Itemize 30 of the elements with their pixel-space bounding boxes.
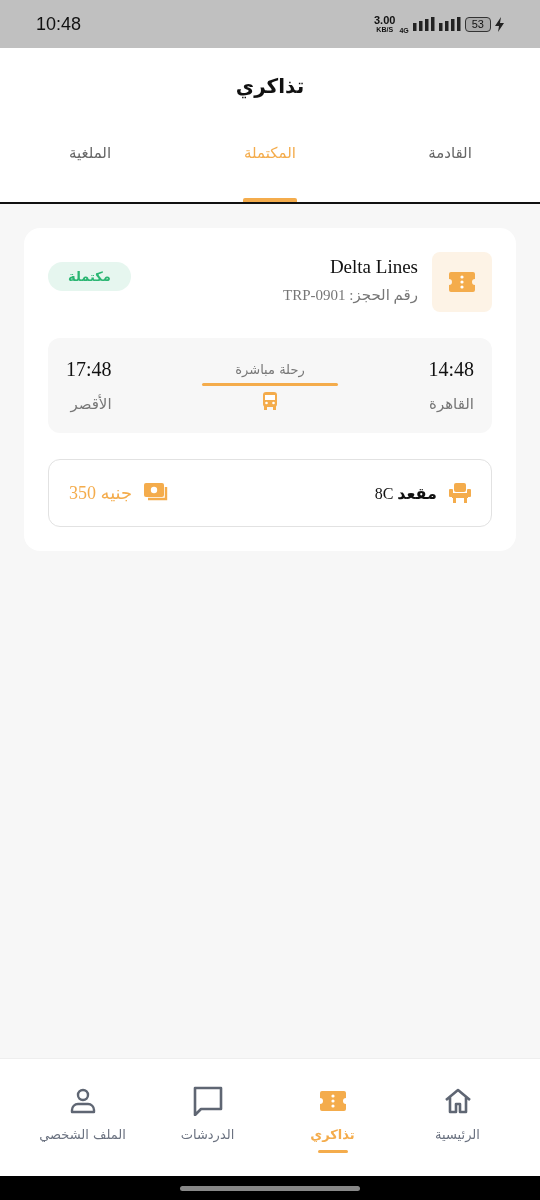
ticket-icon [318, 1090, 347, 1112]
booking-number: رقم الحجز: TRP-0901 [282, 286, 418, 304]
signal-icon [412, 17, 435, 31]
bus-icon [262, 391, 278, 410]
money-icon [144, 483, 169, 503]
seat-icon [449, 483, 471, 503]
network-speed: 3.00 [374, 15, 396, 26]
nav-item[interactable]: الدردشات [145, 1059, 270, 1176]
home-indicator[interactable] [180, 1185, 360, 1191]
charging-icon [495, 16, 504, 32]
page-title: تذاكري [234, 73, 306, 101]
ticket-icon [448, 271, 476, 293]
status-badge: مكتملة [48, 262, 131, 291]
arrival-city: الأقصر [70, 395, 112, 413]
tab[interactable]: الملغية [0, 132, 180, 202]
departure-city: القاهرة [428, 395, 474, 413]
tab[interactable]: القادمة [360, 132, 540, 202]
signal-icon [438, 17, 461, 31]
home-icon [443, 1088, 472, 1114]
ticket-price: جنيه 350 [69, 482, 133, 504]
battery-level: 53 [464, 16, 491, 32]
trip-type: رحلة مباشرة [235, 361, 305, 377]
operator-name: Delta Lines [328, 256, 418, 278]
nav-item[interactable]: الرئيسية [395, 1059, 520, 1176]
nav-item[interactable]: الملف الشخصي [20, 1059, 145, 1176]
arrival-time: 17:48 [66, 358, 112, 381]
departure-time: 14:48 [428, 358, 474, 381]
chat-icon [191, 1086, 224, 1116]
person-icon [69, 1088, 96, 1114]
clock: 10:48 [36, 13, 83, 35]
